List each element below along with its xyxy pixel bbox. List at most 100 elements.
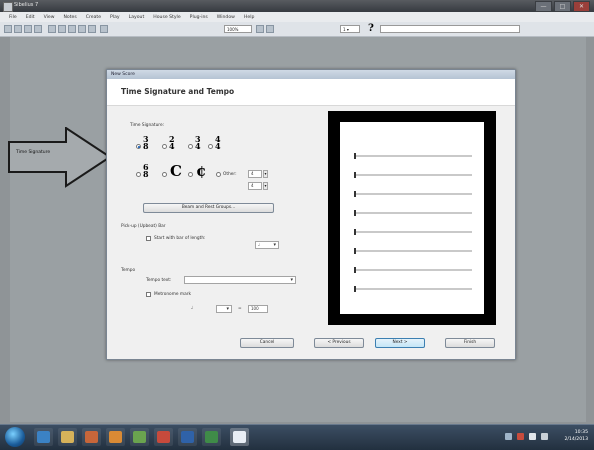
zoom-in-icon[interactable] (256, 25, 264, 33)
other-denominator-spinner[interactable]: ▾ (263, 182, 268, 190)
menu-help[interactable]: Help (244, 15, 254, 20)
staff-line (354, 267, 472, 273)
taskbar-app-chrome[interactable] (154, 428, 173, 446)
print-icon[interactable] (34, 25, 42, 33)
save-icon[interactable] (24, 25, 32, 33)
other-numerator-spinner[interactable]: ▾ (263, 170, 268, 178)
new-icon[interactable] (4, 25, 12, 33)
pickup-length-select[interactable]: ♩ ▾ (255, 241, 279, 249)
undo-icon[interactable] (48, 25, 56, 33)
annotation-arrow (8, 127, 112, 188)
start-button[interactable] (5, 427, 25, 447)
beam-rest-groups-button[interactable]: Beam and Rest Groups... (143, 203, 274, 213)
radio-time-2-4[interactable] (162, 144, 167, 149)
radio-other-time[interactable] (216, 172, 221, 177)
taskbar-app-firefox[interactable] (106, 428, 125, 446)
dialog-heading: Time Signature and Tempo (121, 87, 235, 96)
time-sig-3-8: 38 (143, 134, 149, 151)
metronome-note-select[interactable]: ▾ (216, 305, 232, 313)
taskbar-app-photo[interactable] (130, 428, 149, 446)
taskbar-app-media[interactable] (82, 428, 101, 446)
taskbar-app-sibelius[interactable] (230, 428, 249, 446)
pickup-checkbox[interactable] (146, 236, 151, 241)
radio-time-6-8[interactable] (136, 172, 141, 177)
previous-button[interactable]: < Previous (314, 338, 364, 348)
radio-cut-time[interactable] (188, 172, 193, 177)
title-bar: Sibelius 7 — □ ✕ (0, 0, 594, 12)
menu-create[interactable]: Create (86, 15, 101, 20)
radio-time-4-4[interactable] (208, 144, 213, 149)
menu-play[interactable]: Play (110, 15, 120, 20)
open-icon[interactable] (14, 25, 22, 33)
system-tray (505, 433, 548, 440)
menu-house-style[interactable]: House Style (153, 15, 180, 20)
other-numerator-field[interactable]: 4 (248, 170, 262, 178)
radio-time-3-4[interactable] (188, 144, 193, 149)
network-icon[interactable] (529, 433, 536, 440)
menu-window[interactable]: Window (217, 15, 235, 20)
menu-layout[interactable]: Layout (129, 15, 145, 20)
staff-line (354, 229, 472, 235)
cut-time-glyph: ¢ (196, 162, 207, 180)
time-sig-3-4: 34 (195, 134, 201, 151)
menu-edit[interactable]: Edit (26, 15, 35, 20)
staff-line (354, 191, 472, 197)
taskbar-app-word[interactable] (178, 428, 197, 446)
metronome-equals: = (238, 306, 242, 311)
menu-plugins[interactable]: Plug-ins (190, 15, 208, 20)
time-sig-6-8: 68 (143, 162, 149, 179)
taskbar: 10:35 2/14/2013 (0, 424, 594, 450)
taskbar-app-ie[interactable] (34, 428, 53, 446)
menu-file[interactable]: File (9, 15, 17, 20)
taskbar-app-folder[interactable] (58, 428, 77, 446)
menu-bar: File Edit View Notes Create Play Layout … (0, 12, 594, 22)
metronome-checkbox[interactable] (146, 292, 151, 297)
preview-page (340, 122, 484, 314)
zoom-out-icon[interactable] (266, 25, 274, 33)
clock[interactable]: 10:35 2/14/2013 (564, 429, 588, 443)
tempo-text-field[interactable]: ▾ (184, 276, 296, 284)
menu-view[interactable]: View (44, 15, 55, 20)
search-field[interactable] (380, 25, 520, 33)
staff-line (354, 210, 472, 216)
new-score-dialog: New Score Time Signature and Tempo Time … (106, 69, 516, 360)
zoom-select[interactable]: 100% (224, 25, 252, 33)
tempo-label: Tempo (121, 268, 136, 273)
radio-common-time[interactable] (162, 172, 167, 177)
tray-arrow-icon[interactable] (505, 433, 512, 440)
staff-line (354, 172, 472, 178)
time-sig-4-4: 44 (215, 134, 221, 151)
clock-date: 2/14/2013 (564, 437, 588, 442)
other-denominator-field[interactable]: 4 (248, 182, 262, 190)
redo-icon[interactable] (58, 25, 66, 33)
tempo-text-label: Tempo text: (146, 278, 172, 283)
time-signature-label: Time Signature: (130, 123, 165, 128)
toolbar: 100% 1 ▾ ? (0, 22, 594, 37)
copy-icon[interactable] (78, 25, 86, 33)
volume-icon[interactable] (541, 433, 548, 440)
metronome-value-field[interactable]: 100 (248, 305, 268, 313)
maximize-button[interactable]: □ (554, 1, 571, 12)
radio-time-3-8[interactable] (136, 144, 141, 149)
close-button[interactable]: ✕ (573, 1, 590, 12)
minimize-button[interactable]: — (535, 1, 552, 12)
paste-icon[interactable] (88, 25, 96, 33)
other-time-label: Other: (223, 172, 237, 177)
score-preview (328, 111, 496, 325)
next-button[interactable]: Next > (375, 338, 425, 348)
help-icon[interactable]: ? (368, 23, 374, 34)
select-icon[interactable] (100, 25, 108, 33)
page-select[interactable]: 1 ▾ (340, 25, 360, 33)
menu-notes[interactable]: Notes (64, 15, 77, 20)
finish-button[interactable]: Finish (445, 338, 495, 348)
pickup-checkbox-label: Start with bar of length: (154, 236, 206, 241)
metronome-label: Metronome mark (154, 292, 191, 297)
staff-line (354, 286, 472, 292)
window-controls: — □ ✕ (535, 1, 590, 12)
staff-line (354, 248, 472, 254)
common-time-glyph: C (170, 162, 182, 180)
cancel-button[interactable]: Cancel (240, 338, 294, 348)
taskbar-app-excel[interactable] (202, 428, 221, 446)
tray-flag-icon[interactable] (517, 433, 524, 440)
cut-icon[interactable] (68, 25, 76, 33)
